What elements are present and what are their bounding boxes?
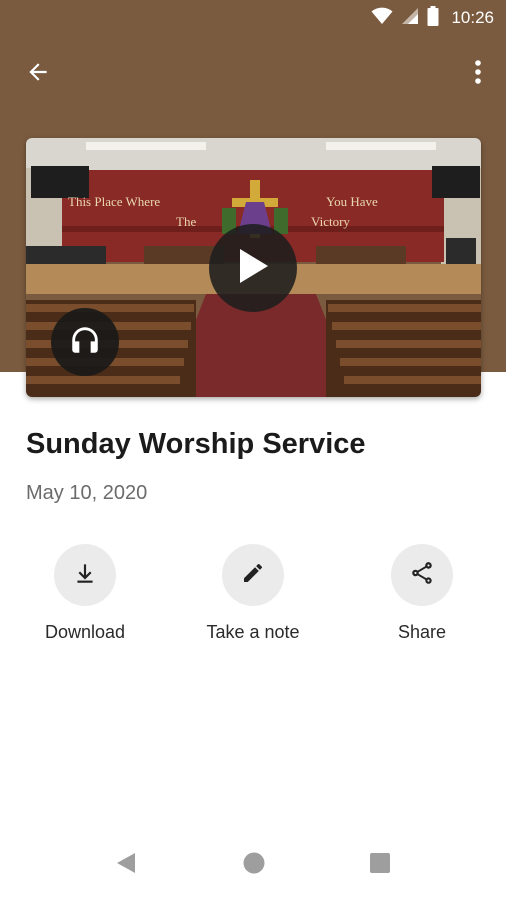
share-label: Share [397,622,447,642]
download-label: Download [44,622,126,642]
download-circle [54,544,116,606]
nav-home-button[interactable] [236,850,272,880]
system-nav-bar [0,830,506,900]
headphones-icon [68,323,102,362]
audio-only-button[interactable] [51,308,119,376]
download-button[interactable]: Download [0,544,170,643]
share-icon [409,560,435,591]
pencil-icon [241,561,265,590]
signal-icon [401,7,419,30]
take-note-circle [222,544,284,606]
wall-text-left: This Place Where [68,194,160,209]
take-note-button[interactable]: Take a note [168,544,338,643]
more-vert-icon [474,59,482,90]
wall-text-right: You Have [326,194,378,209]
wall-text-right-2: Victory [311,214,350,229]
sermon-date: May 10, 2020 [26,482,148,504]
back-button[interactable] [16,54,60,94]
status-bar: 10:26 [0,0,506,36]
media-thumbnail[interactable]: This Place Where The You Have Victory [26,138,481,397]
share-circle [391,544,453,606]
share-button[interactable]: Share [337,544,506,643]
more-options-button[interactable] [464,54,492,94]
play-icon [236,247,270,290]
nav-back-icon [115,851,137,880]
play-button[interactable] [209,224,297,312]
arrow-back-icon [25,59,51,90]
wifi-icon [371,7,393,30]
battery-icon [427,5,439,31]
nav-recents-button[interactable] [362,850,398,880]
wall-text-left-2: The [176,214,196,229]
sermon-title: Sunday Worship Service [26,428,366,460]
take-note-label: Take a note [206,622,300,642]
app-bar [0,44,506,104]
nav-home-icon [242,851,266,880]
download-icon [72,560,98,591]
status-time: 10:26 [451,8,494,27]
nav-recents-icon [369,852,391,879]
nav-back-button[interactable] [108,850,144,880]
